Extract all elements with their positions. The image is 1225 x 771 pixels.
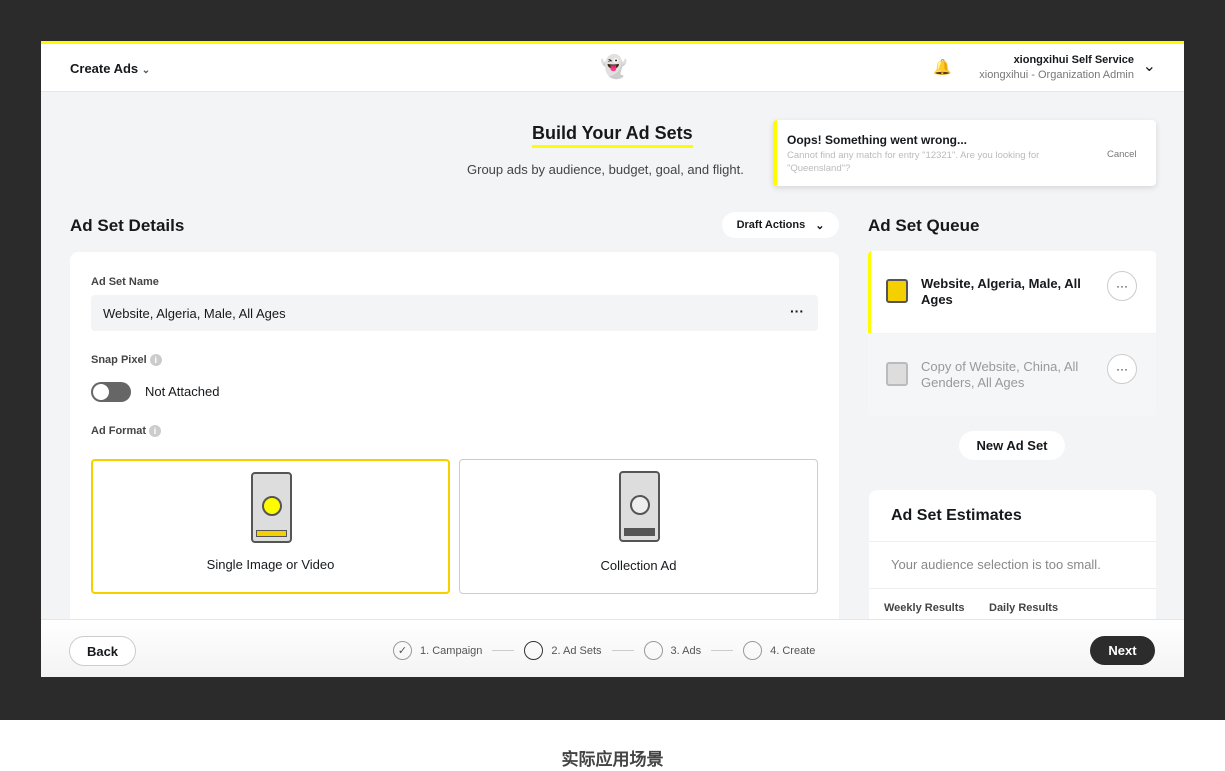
info-icon[interactable]: i (149, 425, 162, 437)
bell-icon[interactable]: 🔔 (933, 58, 952, 76)
more-button[interactable]: ··· (1107, 271, 1137, 301)
circle-icon (743, 641, 763, 660)
circle-icon (524, 641, 544, 660)
top-header: Create Ads ⌄ 👻 🔔 xiongxihui Self Service… (41, 44, 1184, 92)
queue-item[interactable]: Copy of Website, China, All Genders, All… (868, 334, 1156, 416)
toast-cancel-button[interactable]: Cancel (1107, 149, 1137, 160)
circle-icon (643, 641, 663, 660)
step-ads[interactable]: 3. Ads (643, 641, 702, 660)
account-menu[interactable]: xiongxihui Self Service xiongxihui - Org… (979, 54, 1134, 81)
progress-stepper: ✓ 1. Campaign 2. Ad Sets 3. Ads 4. Create (393, 641, 815, 660)
divider (611, 650, 634, 651)
chevron-down-icon: ⌄ (815, 219, 825, 232)
check-icon: ✓ (393, 641, 412, 660)
step-campaign[interactable]: ✓ 1. Campaign (393, 641, 482, 660)
account-name: xiongxihui Self Service (1013, 54, 1134, 66)
page-title: Build Your Ad Sets (532, 123, 693, 148)
draft-actions-label: Draft Actions (736, 219, 806, 231)
footer-bar: Back ✓ 1. Campaign 2. Ad Sets 3. Ads 4. C… (41, 619, 1184, 677)
error-toast: Oops! Something went wrong... Cannot fin… (773, 120, 1156, 186)
step-create[interactable]: 4. Create (743, 641, 815, 660)
queue-item-label: Copy of Website, China, All Genders, All… (921, 359, 1079, 390)
info-icon[interactable]: i (149, 354, 162, 366)
ad-set-name-input[interactable]: Website, Algeria, Male, All Ages ··· (91, 295, 818, 331)
ad-set-icon (886, 362, 908, 386)
ad-set-details-card: Ad Set Name Website, Algeria, Male, All … (70, 252, 839, 632)
phone-collection-icon (618, 471, 660, 542)
chevron-down-icon: ⌄ (141, 65, 151, 76)
step-label: 1. Campaign (420, 644, 483, 657)
format-collection-ad[interactable]: Collection Ad (459, 459, 818, 594)
menu-label: Create Ads (70, 61, 139, 76)
new-ad-set-button[interactable]: New Ad Set (959, 431, 1065, 460)
draft-actions-button[interactable]: Draft Actions ⌄ (722, 212, 839, 238)
ad-set-details-heading: Ad Set Details (70, 216, 185, 235)
step-label: 2. Ad Sets (551, 644, 602, 657)
estimates-heading: Ad Set Estimates (891, 507, 1022, 524)
account-role: xiongxihui - Organization Admin (979, 69, 1134, 81)
format-single-image-video[interactable]: Single Image or Video (91, 459, 450, 594)
step-label: 4. Create (770, 644, 816, 657)
ad-set-name-label: Ad Set Name (91, 276, 159, 288)
app-window: Create Ads ⌄ 👻 🔔 xiongxihui Self Service… (41, 41, 1184, 677)
ad-set-queue-heading: Ad Set Queue (868, 216, 980, 235)
page-subtitle: Group ads by audience, budget, goal, and… (467, 162, 744, 177)
format-label: Single Image or Video (206, 557, 335, 572)
ad-format-label: Ad Format i (91, 425, 162, 437)
back-button[interactable]: Back (69, 636, 136, 666)
queue-item[interactable]: Website, Algeria, Male, All Ages ··· (868, 251, 1156, 333)
tab-daily-results[interactable]: Daily Results (989, 602, 1058, 614)
toast-message: Cannot find any match for entry "12321".… (787, 150, 1040, 174)
caption: 实际应用场景 (561, 750, 664, 769)
ad-format-text: Ad Format (91, 425, 146, 437)
snap-pixel-text: Snap Pixel (91, 354, 147, 366)
next-button[interactable]: Next (1090, 636, 1155, 665)
ad-set-name-value: Website, Algeria, Male, All Ages (103, 306, 286, 321)
create-ads-menu[interactable]: Create Ads ⌄ (70, 61, 150, 76)
phone-video-icon (250, 472, 292, 543)
step-ad-sets[interactable]: 2. Ad Sets (524, 641, 602, 660)
format-label: Collection Ad (600, 558, 677, 573)
snap-pixel-label: Snap Pixel i (91, 354, 162, 366)
snap-pixel-state: Not Attached (145, 384, 220, 399)
snap-pixel-toggle[interactable] (91, 382, 131, 402)
estimates-message: Your audience selection is too small. (891, 557, 1101, 572)
ad-set-icon (886, 279, 908, 303)
divider (492, 650, 515, 651)
ghost-logo-icon: 👻 (600, 54, 628, 79)
tab-weekly-results[interactable]: Weekly Results (884, 602, 965, 614)
step-label: 3. Ads (670, 644, 702, 657)
more-icon[interactable]: ··· (790, 303, 804, 319)
toast-title: Oops! Something went wrong... (787, 133, 967, 147)
divider (711, 650, 734, 651)
chevron-down-icon[interactable]: ⌄ (1143, 56, 1156, 76)
more-button[interactable]: ··· (1107, 354, 1137, 384)
queue-item-label: Website, Algeria, Male, All Ages (921, 276, 1081, 307)
